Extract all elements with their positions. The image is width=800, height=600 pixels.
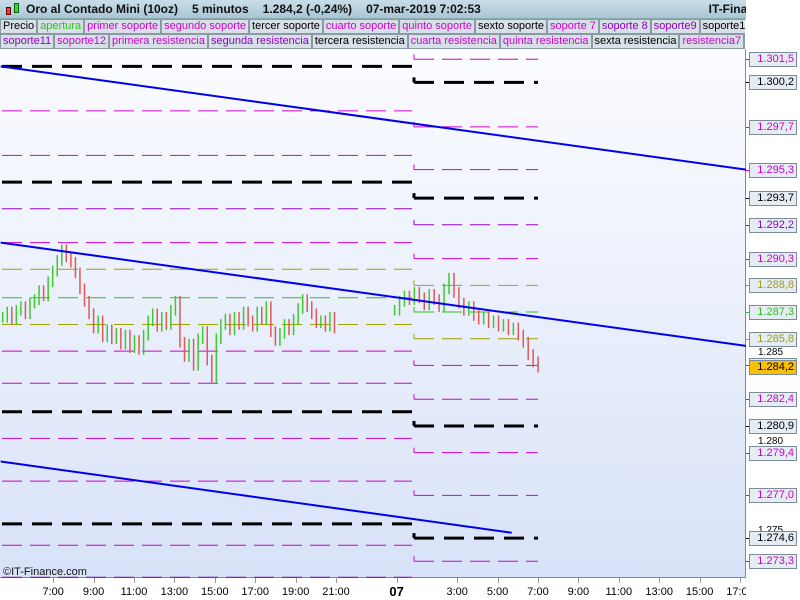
time-tick-label: 11:00 — [120, 586, 148, 598]
title-bar: Oro al Contado Mini (10oz) 5 minutos 1.2… — [0, 0, 800, 19]
legend-item[interactable]: cuarta resistencia — [407, 34, 500, 49]
legend-item[interactable]: tercer soporte — [249, 19, 323, 34]
time-tick-label: 9:00 — [82, 586, 105, 598]
legend-item[interactable]: Precio — [0, 19, 38, 34]
level-price-label: 1.290,3 — [749, 251, 797, 267]
time-tick — [53, 578, 55, 583]
level-price-label: 1.297,7 — [749, 119, 797, 135]
time-tick — [497, 578, 499, 583]
time-tick — [255, 578, 257, 583]
level-price-label: 1.282,4 — [749, 392, 797, 408]
time-tick — [538, 578, 539, 583]
candlestick-logo-icon — [3, 1, 23, 17]
trend-line — [0, 65, 746, 171]
level-price-label: 1.300,2 — [749, 75, 797, 91]
time-tick-label: 15:00 — [685, 586, 714, 598]
time-tick — [93, 578, 95, 583]
legend-item[interactable]: resistencia7 — [679, 34, 745, 49]
instrument-title: Oro al Contado Mini (10oz) — [26, 2, 178, 16]
time-tick — [336, 578, 337, 583]
time-tick-label: 21:00 — [322, 586, 350, 598]
legend-item[interactable]: sexta resistencia — [591, 34, 680, 49]
price-chart[interactable] — [0, 49, 746, 578]
time-tick-label: 15:00 — [201, 586, 229, 598]
level-price-label: 1.273,3 — [749, 554, 797, 570]
level-price-label: 1.301,5 — [749, 52, 797, 68]
time-tick — [699, 578, 701, 583]
current-price-label: 1.284,2 — [749, 360, 797, 376]
level-price-label: 1.274,6 — [749, 531, 797, 547]
legend-item[interactable]: primera resistencia — [109, 34, 208, 49]
legend-item[interactable]: tercera resistencia — [311, 34, 408, 49]
price-change: 1.284,2 (-0,24%) — [262, 2, 353, 16]
level-price-label: 1.277,0 — [749, 488, 797, 504]
time-tick — [457, 578, 459, 583]
legend-item[interactable]: soporte11 — [0, 34, 55, 49]
time-tick — [295, 578, 297, 583]
time-tick — [740, 578, 741, 583]
legend-item[interactable]: segundo soporte — [161, 19, 250, 34]
legend-row-2: soporte11 soporte12 primera resistencia seg… — [0, 34, 745, 49]
time-tick — [214, 578, 216, 583]
legend-item[interactable]: sexto soporte — [474, 19, 548, 34]
legend-item[interactable]: primer soporte — [84, 19, 162, 34]
time-tick — [578, 578, 580, 583]
trend-line — [0, 460, 512, 534]
time-tick — [618, 578, 620, 583]
time-tick-label: 7:00 — [527, 586, 549, 598]
time-tick — [174, 578, 176, 583]
legend-item[interactable]: apertura — [37, 19, 85, 34]
legend-item[interactable]: res — [744, 34, 745, 49]
time-tick-label: 7:00 — [42, 586, 64, 598]
level-price-label: 1.292,2 — [749, 217, 797, 233]
legend-item[interactable]: cuarto soporte — [322, 19, 400, 34]
legend-item[interactable]: soporte10 — [699, 19, 745, 34]
time-tick-label: 17:00 — [241, 586, 269, 598]
legend-item[interactable]: soporte9 — [650, 19, 700, 34]
copyright: ©IT-Finance.com — [3, 566, 87, 578]
time-axis: 7:00 9:00 11:00 13:00 15:00 17:00 19:00 21:00 07… — [0, 578, 754, 600]
timeframe: 5 minutos — [192, 2, 249, 16]
level-price-label: 1.280,9 — [749, 418, 797, 434]
legend-item[interactable]: quinto soporte — [399, 19, 475, 34]
time-tick-label: 11:00 — [605, 586, 633, 598]
time-tick-label: 19:00 — [281, 586, 310, 598]
time-tick — [396, 578, 398, 583]
level-price-label: 1.295,3 — [749, 162, 797, 178]
legend-item[interactable]: soporte12 — [54, 34, 110, 49]
level-price-label: 1.293,7 — [749, 191, 797, 207]
time-tick-label: 9:00 — [567, 586, 590, 598]
time-tick-label: 3:00 — [446, 586, 468, 598]
level-price-label: 1.279,4 — [749, 445, 797, 461]
level-price-label: 1.285,8 — [749, 331, 797, 347]
time-tick-label: 5:00 — [486, 586, 509, 598]
datetime: 07-mar-2019 7:02:53 — [366, 2, 481, 16]
time-tick-label: 07 — [389, 584, 404, 599]
legend-row-1: Precio apertura primer soporte segundo sopo… — [0, 19, 745, 34]
scale-tick-label: 1.285 — [758, 346, 784, 358]
time-tick — [659, 578, 661, 583]
level-price-label: 1.287,3 — [749, 305, 797, 321]
legend-item[interactable]: segunda resistencia — [207, 34, 312, 49]
time-tick-label: 13:00 — [160, 586, 189, 598]
chart-plot — [0, 54, 746, 578]
level-price-label: 1.288,8 — [749, 278, 797, 294]
legend-item[interactable]: quinta resistencia — [499, 34, 592, 49]
legend-item[interactable]: soporte 8 — [598, 19, 651, 34]
time-tick — [134, 578, 135, 583]
legend-item[interactable]: soporte 7 — [547, 19, 599, 34]
time-tick-label: 13:00 — [645, 586, 673, 598]
